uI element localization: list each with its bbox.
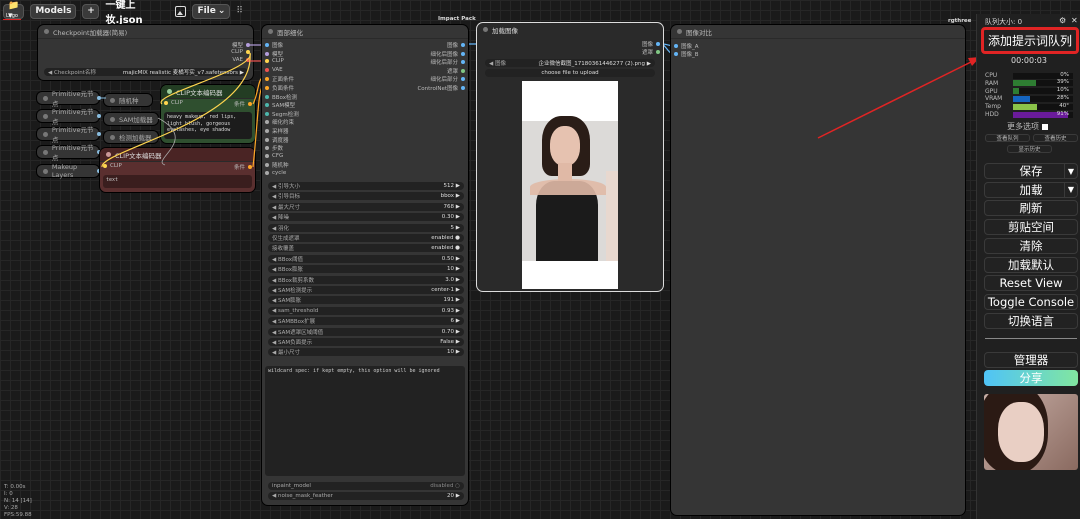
stat-gpu: GPU 10% [985, 87, 1080, 95]
panel-button-label: 清除 [1019, 238, 1043, 253]
panel-button[interactable]: Reset View [984, 275, 1078, 292]
annotation-arrow [817, 57, 980, 139]
stat-value: 10% [1056, 87, 1069, 94]
stat-bar: 28% [1013, 94, 1073, 102]
stat-value: 40° [1059, 102, 1069, 109]
stat-line: N: 14 [14] [4, 498, 32, 504]
stat-fill [1013, 95, 1030, 102]
stat-vram: VRAM 28% [985, 95, 1080, 102]
panel-button[interactable]: 刷新 [984, 200, 1078, 217]
panel-button[interactable]: 加载 ▼ [984, 181, 1078, 198]
share-button[interactable]: 分享 [984, 370, 1078, 386]
more-options[interactable]: 更多选项 [1007, 121, 1048, 132]
panel-button[interactable]: Toggle Console [984, 293, 1078, 310]
stat-label: VRAM [985, 95, 1003, 103]
panel-button-label: 保存 [1019, 164, 1043, 178]
stat-temp: Temp 40° [985, 103, 1080, 110]
stat-value: 0% [1060, 71, 1069, 78]
panel-button[interactable]: 加载默认 [984, 256, 1078, 273]
view-history-button[interactable]: 查看历史 [1033, 134, 1078, 142]
stat-label: CPU [985, 72, 998, 79]
panel-button-label: 刷新 [1019, 201, 1043, 216]
manager-button[interactable]: 管理器 [984, 352, 1078, 368]
panel-button-label: 加载 [1019, 182, 1043, 197]
stat-ram: RAM 39% [985, 79, 1080, 87]
timer: 00:00:03 [1011, 56, 1047, 65]
panel-button[interactable]: 清除 [984, 237, 1078, 254]
panel-divider [985, 338, 1077, 339]
stat-value: 28% [1056, 94, 1069, 101]
checkbox-icon[interactable] [1041, 123, 1048, 130]
avatar-preview [984, 394, 1078, 470]
show-history-button[interactable]: 显示历史 [1007, 145, 1052, 153]
render-stats: T: 0.00s I: 0 N: 14 [14] V: 28 FPS:59.88 [4, 484, 32, 519]
stat-label: Temp [985, 103, 1001, 111]
stat-line: T: 0.00s [4, 484, 26, 490]
panel-gear-icon[interactable]: ⚙ [1059, 16, 1066, 25]
stat-bar: 91% [1013, 110, 1073, 118]
stat-label: HDD [985, 111, 999, 118]
panel-button-label: 加载默认 [1008, 257, 1054, 272]
stat-cpu: CPU 0% [985, 72, 1080, 79]
dropdown-arrow-icon[interactable]: ▼ [1064, 164, 1077, 178]
panel-button-label: Toggle Console [987, 294, 1075, 309]
stat-line: I: 0 [4, 491, 13, 497]
panel-button-label: 剪贴空间 [1008, 220, 1054, 235]
stat-value: 91% [1056, 110, 1069, 117]
stat-value: 39% [1056, 79, 1069, 86]
stat-bar: 40° [1013, 102, 1073, 110]
stat-line: FPS:59.88 [4, 512, 32, 518]
queue-prompt-button[interactable]: 添加提示词队列 [981, 27, 1079, 54]
panel-button[interactable]: 保存 ▼ [984, 163, 1078, 179]
panel-button-label: Reset View [999, 276, 1063, 291]
panel-close-icon[interactable]: ✕ [1071, 16, 1078, 25]
panel-button[interactable]: 剪贴空间 [984, 219, 1078, 236]
queue-side-panel: 队列大小: 0 ⚙ ✕ 添加提示词队列 00:00:03 CPU 0% RAM 39%… [976, 14, 1080, 519]
stat-fill [1013, 88, 1019, 95]
panel-button-label: 切换语言 [1008, 313, 1054, 328]
stat-label: GPU [985, 87, 998, 95]
stat-fill [1013, 103, 1037, 110]
avatar-face [998, 402, 1044, 462]
panel-button[interactable]: 切换语言 [984, 312, 1078, 329]
view-queue-button[interactable]: 查看队列 [985, 134, 1030, 142]
dropdown-arrow-icon[interactable]: ▼ [1064, 182, 1077, 197]
queue-size-title: 队列大小: 0 [985, 18, 1023, 26]
stat-hdd: HDD 91% [985, 111, 1080, 118]
stat-bar: 0% [1013, 71, 1073, 79]
more-options-label: 更多选项 [1007, 122, 1039, 131]
stat-fill [1013, 80, 1037, 87]
stat-bar: 39% [1013, 79, 1073, 87]
stat-label: RAM [985, 79, 999, 87]
stat-line: V: 28 [4, 505, 18, 511]
stat-bar: 10% [1013, 87, 1073, 95]
